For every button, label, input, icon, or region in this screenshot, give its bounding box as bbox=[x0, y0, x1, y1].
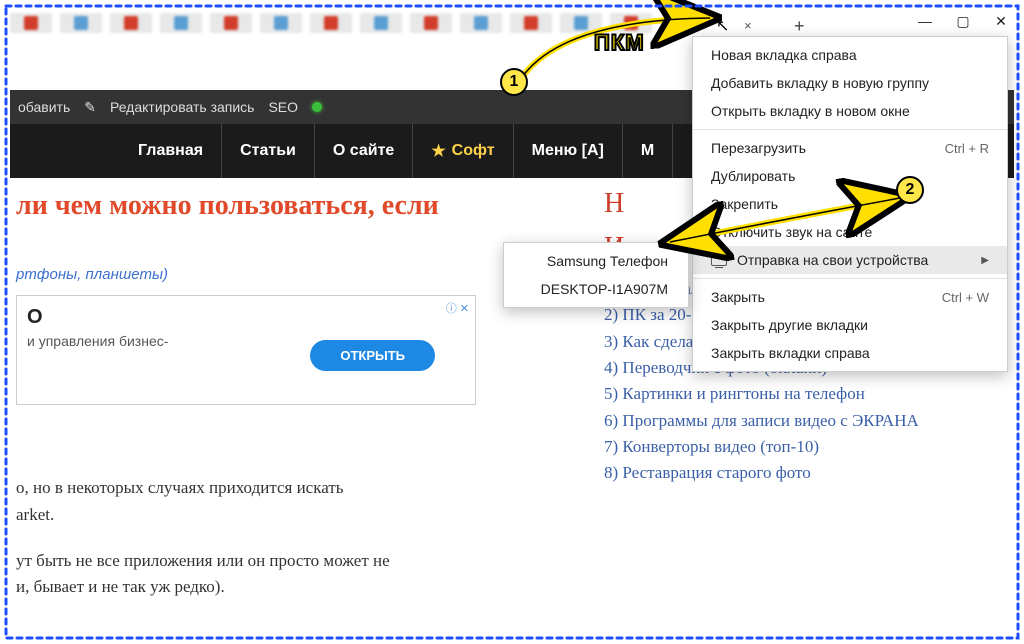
ctx-close-tab[interactable]: ЗакрытьCtrl + W bbox=[693, 283, 1007, 311]
window-controls: — ▢ ✕ bbox=[916, 12, 1010, 30]
maximize-button[interactable]: ▢ bbox=[954, 12, 972, 30]
browser-tab[interactable] bbox=[410, 13, 452, 33]
ad-info-close[interactable]: ⓘ ✕ bbox=[446, 300, 469, 316]
article-headline: ли чем можно пользоваться, если bbox=[16, 188, 580, 224]
annotation-badge-1: 1 bbox=[500, 68, 528, 96]
ctx-new-tab-right[interactable]: Новая вкладка справа bbox=[693, 41, 1007, 69]
toolbar-add[interactable]: обавить bbox=[18, 99, 70, 115]
seo-status-icon bbox=[312, 102, 322, 112]
shortcut-label: Ctrl + W bbox=[942, 290, 989, 305]
ctx-reload[interactable]: ПерезагрузитьCtrl + R bbox=[693, 134, 1007, 162]
nav-menu-a[interactable]: Меню [А] bbox=[514, 124, 623, 178]
ctx-add-to-group[interactable]: Добавить вкладку в новую группу bbox=[693, 69, 1007, 97]
toolbar-edit[interactable]: Редактировать запись bbox=[110, 99, 255, 115]
nav-soft[interactable]: Софт bbox=[413, 124, 513, 178]
nav-menu-m[interactable]: М bbox=[623, 124, 673, 178]
ad-box: ⓘ ✕ О и управления бизнес- ОТКРЫТЬ bbox=[16, 295, 476, 405]
ctx-open-new-window[interactable]: Открыть вкладку в новом окне bbox=[693, 97, 1007, 125]
ctx-duplicate[interactable]: Дублировать bbox=[693, 162, 1007, 190]
shortcut-label: Ctrl + R bbox=[945, 141, 989, 156]
ctx-close-others[interactable]: Закрыть другие вкладки bbox=[693, 311, 1007, 339]
ad-open-button[interactable]: ОТКРЫТЬ bbox=[310, 340, 435, 371]
browser-tab[interactable] bbox=[60, 13, 102, 33]
nav-about[interactable]: О сайте bbox=[315, 124, 413, 178]
browser-tab[interactable] bbox=[260, 13, 302, 33]
tab-close-icon[interactable]: × bbox=[744, 18, 752, 33]
browser-tab[interactable] bbox=[160, 13, 202, 33]
toolbar-seo[interactable]: SEO bbox=[268, 99, 298, 115]
chevron-right-icon: ▶ bbox=[981, 255, 989, 266]
browser-tab[interactable] bbox=[310, 13, 352, 33]
annotation-badge-2: 2 bbox=[896, 176, 924, 204]
browser-tab[interactable] bbox=[360, 13, 402, 33]
new-tab-button[interactable]: + bbox=[794, 16, 805, 37]
browser-tab[interactable] bbox=[10, 13, 52, 33]
annotation-pkm-label: ПКМ bbox=[594, 30, 645, 56]
sidebar-link[interactable]: 5) Картинки и рингтоны на телефон bbox=[604, 381, 1004, 407]
ctx-close-right[interactable]: Закрыть вкладки справа bbox=[693, 339, 1007, 367]
article-subline: ртфоны, планшеты) bbox=[16, 266, 580, 283]
sidebar-link[interactable]: 7) Конверторы видео (топ-10) bbox=[604, 434, 1004, 460]
browser-tab[interactable] bbox=[210, 13, 252, 33]
sidebar-link[interactable]: 8) Реставрация старого фото bbox=[604, 460, 1004, 486]
browser-tab[interactable] bbox=[460, 13, 502, 33]
nav-home[interactable]: Главная bbox=[120, 124, 222, 178]
body-text: ут быть не все приложения или он просто … bbox=[16, 548, 580, 601]
annotation-arrow bbox=[660, 190, 920, 270]
minimize-button[interactable]: — bbox=[916, 12, 934, 30]
browser-tab[interactable] bbox=[110, 13, 152, 33]
sidebar-link[interactable]: 6) Программы для записи видео с ЭКРАНА bbox=[604, 408, 1004, 434]
body-text: о, но в некоторых случаях приходится иск… bbox=[16, 475, 580, 528]
device-item-desktop[interactable]: DESKTOP-I1A907M bbox=[504, 275, 688, 303]
ad-title: О bbox=[27, 306, 465, 329]
pencil-icon: ✎ bbox=[84, 99, 96, 116]
close-window-button[interactable]: ✕ bbox=[992, 12, 1010, 30]
nav-articles[interactable]: Статьи bbox=[222, 124, 315, 178]
